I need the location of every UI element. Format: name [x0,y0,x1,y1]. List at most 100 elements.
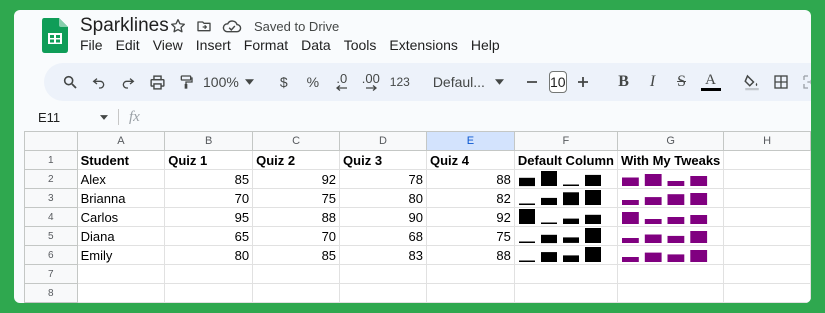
paint-format-button[interactable] [174,69,198,95]
cell[interactable]: 78 [339,169,427,189]
cell[interactable]: Quiz 3 [339,150,427,170]
cell[interactable]: Brianna [76,188,166,208]
cell[interactable]: Quiz 2 [252,150,341,170]
cell[interactable]: 68 [339,226,427,246]
cell[interactable]: Alex [76,169,166,189]
sparkline-tweak-cell[interactable] [616,226,725,246]
increase-decimal-button[interactable]: .00 [359,69,383,95]
merge-cells-button[interactable] [798,69,811,95]
move-folder-icon[interactable] [196,18,212,34]
cell[interactable]: 92 [252,169,341,189]
sparkline-default-cell[interactable] [513,245,618,265]
cell[interactable] [426,264,515,284]
menu-file[interactable]: File [80,37,103,53]
print-button[interactable] [145,69,169,95]
column-header-c[interactable]: C [252,131,341,151]
menu-insert[interactable]: Insert [196,37,231,53]
menu-tools[interactable]: Tools [344,37,377,53]
cell[interactable]: 85 [252,245,341,265]
row-header[interactable]: 5 [24,226,78,246]
menu-help[interactable]: Help [471,37,500,53]
sparkline-default-cell[interactable] [513,226,618,246]
zoom-select[interactable]: 100% [203,74,254,90]
document-title[interactable]: Sparklines [80,15,169,37]
cell[interactable] [723,283,811,303]
cell[interactable]: With My Tweaks [616,150,725,170]
row-header[interactable]: 4 [24,207,78,227]
cell[interactable]: Quiz 1 [164,150,254,170]
cell[interactable]: 85 [164,169,254,189]
row-header[interactable]: 6 [24,245,78,265]
cell[interactable]: 95 [164,207,254,227]
redo-button[interactable] [116,69,140,95]
sparkline-tweak-cell[interactable] [616,207,725,227]
percent-format-button[interactable]: % [301,69,325,95]
cell[interactable]: Default Column [513,150,618,170]
fill-color-button[interactable] [740,69,764,95]
column-header-a[interactable]: A [76,131,166,151]
cell[interactable]: 90 [339,207,427,227]
font-size-input[interactable]: 10 [548,71,567,93]
text-color-button[interactable]: A [699,69,723,95]
row-header[interactable]: 1 [24,150,78,170]
cell[interactable] [164,283,254,303]
cell[interactable]: 88 [426,169,515,189]
cell[interactable]: Diana [76,226,166,246]
cell[interactable]: Emily [76,245,166,265]
cell[interactable]: 80 [164,245,254,265]
menu-extensions[interactable]: Extensions [389,37,457,53]
row-header[interactable]: 7 [24,264,78,284]
cell[interactable] [723,226,811,246]
cell[interactable] [723,264,811,284]
menu-format[interactable]: Format [244,37,288,53]
bold-button[interactable]: B [612,69,636,95]
cell[interactable]: 88 [426,245,515,265]
sparkline-tweak-cell[interactable] [616,169,725,189]
cell[interactable]: 75 [426,226,515,246]
cell[interactable] [76,283,166,303]
cell[interactable]: 70 [164,188,254,208]
cell[interactable] [616,264,725,284]
column-header-g[interactable]: G [616,131,725,151]
number-format-button[interactable]: 123 [388,69,412,95]
cell[interactable]: Quiz 4 [426,150,515,170]
menu-edit[interactable]: Edit [116,37,140,53]
cell[interactable]: 82 [426,188,515,208]
select-all-corner[interactable] [24,131,78,151]
font-family-select[interactable]: Defaul... [433,74,504,90]
decrease-font-size-button[interactable] [520,69,544,95]
cell[interactable]: 75 [252,188,341,208]
sparkline-tweak-cell[interactable] [616,245,725,265]
cell[interactable] [513,264,618,284]
cell[interactable]: 65 [164,226,254,246]
column-header-b[interactable]: B [164,131,254,151]
currency-format-button[interactable]: $ [272,69,296,95]
strikethrough-button[interactable]: S [670,69,694,95]
cell[interactable] [252,283,341,303]
cell[interactable]: Carlos [76,207,166,227]
decrease-decimal-button[interactable]: .0 [330,69,354,95]
row-header[interactable]: 2 [24,169,78,189]
menu-data[interactable]: Data [301,37,331,53]
cell[interactable] [76,264,166,284]
star-icon[interactable] [170,18,186,34]
cell[interactable] [616,283,725,303]
cell[interactable] [252,264,341,284]
cell[interactable] [723,150,811,170]
cell[interactable] [426,283,515,303]
sparkline-default-cell[interactable] [513,169,618,189]
cloud-saved-icon[interactable] [222,18,242,34]
column-header-f[interactable]: F [513,131,618,151]
search-menus-button[interactable] [58,69,82,95]
row-header[interactable]: 3 [24,188,78,208]
cell[interactable]: Student [76,150,166,170]
cell[interactable]: 88 [252,207,341,227]
cell[interactable] [164,264,254,284]
cell[interactable] [723,169,811,189]
column-header-d[interactable]: D [339,131,427,151]
cell[interactable]: 83 [339,245,427,265]
column-header-h[interactable]: H [723,131,811,151]
sparkline-default-cell[interactable] [513,188,618,208]
formula-input[interactable] [150,108,811,126]
undo-button[interactable] [87,69,111,95]
